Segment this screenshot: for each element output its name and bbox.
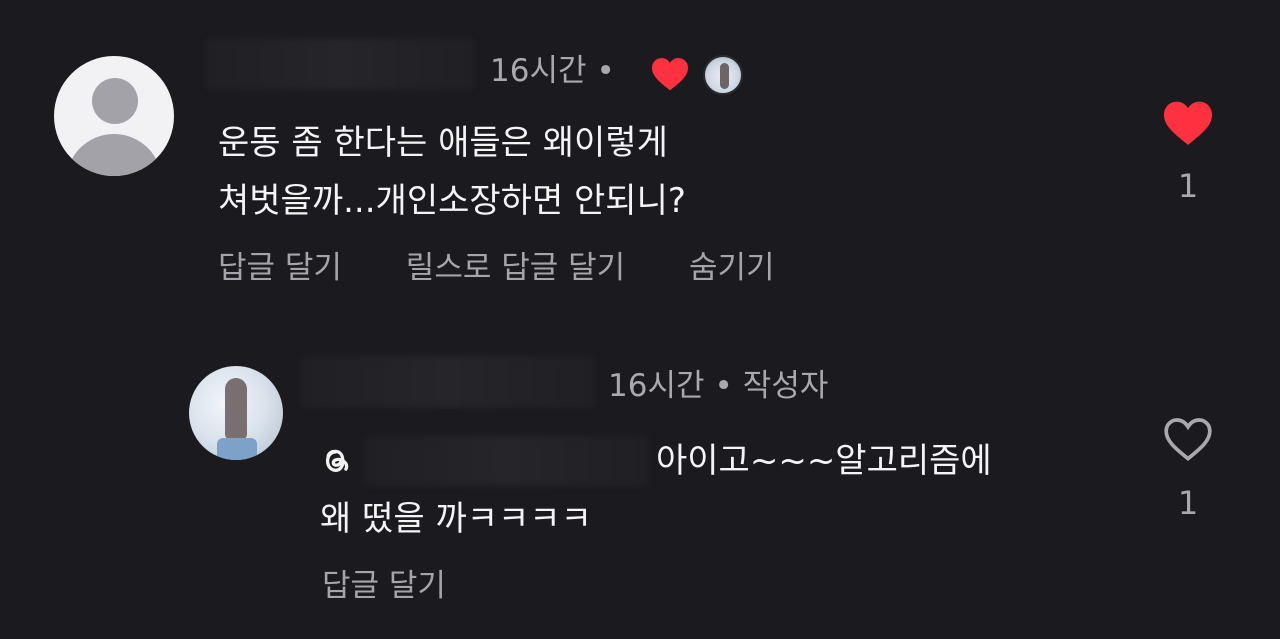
reply-time: 16시간 bbox=[608, 368, 705, 404]
reply-text-line-1: 아이고~~~알고리즘에 bbox=[656, 441, 992, 481]
commenter-username-redacted[interactable] bbox=[205, 38, 475, 90]
comment-text-line-2: 쳐벗을까...개인소장하면 안되니? bbox=[218, 181, 686, 221]
author-badge: 작성자 bbox=[742, 368, 829, 404]
reply-with-reels-button[interactable]: 릴스로 답글 달기 bbox=[406, 248, 625, 288]
reply-meta: 16시간 • 작성자 bbox=[608, 366, 828, 406]
reply-author-avatar[interactable] bbox=[189, 366, 283, 460]
author-liked-heart-icon bbox=[652, 57, 688, 91]
threads-icon[interactable] bbox=[318, 443, 354, 479]
reply-username-redacted[interactable] bbox=[300, 356, 595, 408]
mini-avatar-figure bbox=[720, 63, 729, 89]
meta-separator: • bbox=[596, 53, 615, 89]
reply-actions: 답글 달기 bbox=[322, 566, 446, 606]
comment-thread: 16시간 • 운동 좀 한다는 애들은 왜이렇게 쳐벗을까...개인소장하면 안되… bbox=[0, 0, 1280, 639]
comment-like-count: 1 bbox=[1177, 167, 1199, 205]
avatar-photo-figure bbox=[225, 378, 247, 440]
mentioned-username-redacted[interactable] bbox=[364, 436, 649, 486]
reply-button[interactable]: 답글 달기 bbox=[322, 566, 446, 606]
avatar-photo-legs bbox=[217, 438, 257, 460]
comment-time: 16시간 bbox=[490, 53, 587, 89]
comment-text-line-1: 운동 좀 한다는 애들은 왜이렇게 bbox=[218, 123, 668, 163]
hide-button[interactable]: 숨기기 bbox=[689, 248, 775, 288]
default-avatar-head bbox=[92, 78, 138, 124]
comment-meta: 16시간 • bbox=[490, 51, 625, 91]
commenter-avatar[interactable] bbox=[54, 56, 174, 176]
reply-like-heart-outline-icon[interactable] bbox=[1160, 415, 1216, 463]
reply-button[interactable]: 답글 달기 bbox=[218, 248, 342, 288]
reply-text-line-2: 왜 떴을 까ㅋㅋㅋㅋ bbox=[320, 499, 592, 539]
default-avatar-body bbox=[66, 134, 162, 176]
comment-like-heart-icon[interactable] bbox=[1160, 99, 1216, 147]
author-mini-avatar bbox=[703, 55, 743, 95]
meta-separator: • bbox=[714, 368, 733, 404]
comment-actions: 답글 달기 릴스로 답글 달기 숨기기 bbox=[218, 248, 775, 288]
reply-like-count: 1 bbox=[1177, 484, 1199, 522]
